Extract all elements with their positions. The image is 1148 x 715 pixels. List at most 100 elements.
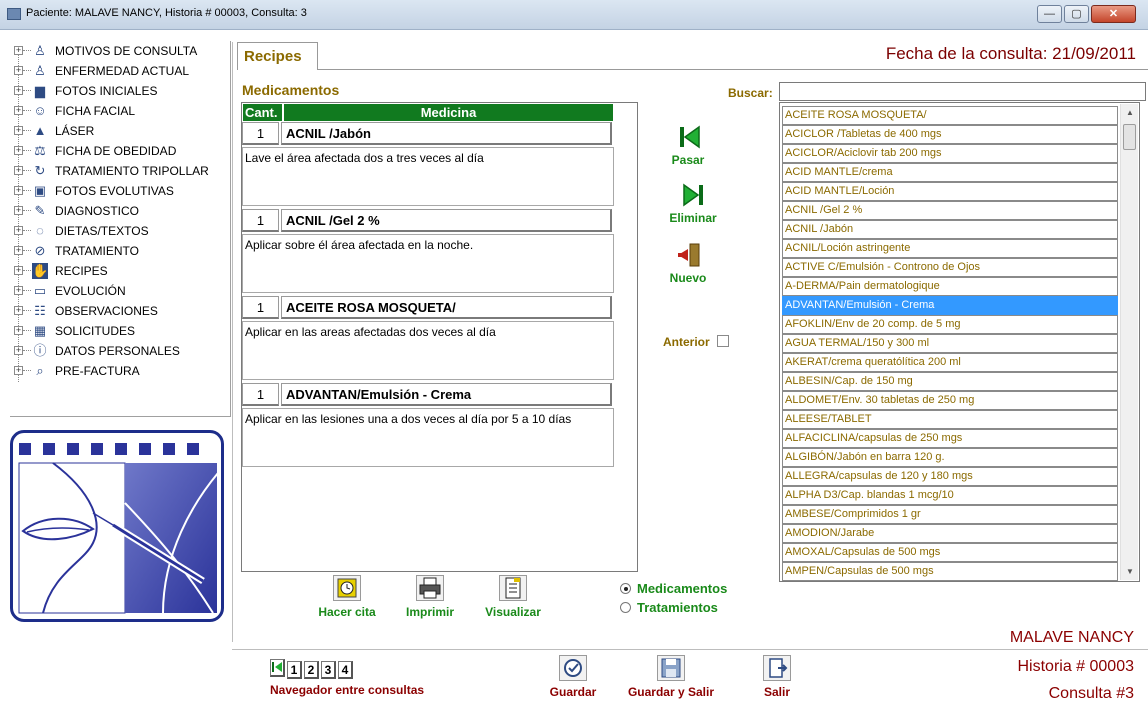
tree-item-fotos-evolutivas[interactable]: + ▣ FOTOS EVOLUTIVAS xyxy=(10,181,231,201)
tree-item-evolucion[interactable]: + ▭ EVOLUCIÓN xyxy=(10,281,231,301)
eliminar-button[interactable]: Eliminar xyxy=(663,180,723,225)
expand-icon[interactable]: + xyxy=(14,226,23,235)
medication-instructions[interactable]: Aplicar en las lesiones una a dos veces … xyxy=(242,408,614,467)
list-item[interactable]: AFOKLIN/Env de 20 comp. de 5 mg xyxy=(782,315,1118,334)
quantity-field[interactable]: 1 xyxy=(242,209,279,232)
tree-item-diagnostico[interactable]: + ✎ DIAGNOSTICO xyxy=(10,201,231,221)
tree-item-tratamiento-tripollar[interactable]: + ↻ TRATAMIENTO TRIPOLLAR xyxy=(10,161,231,181)
expand-icon[interactable]: + xyxy=(14,246,23,255)
close-button[interactable]: ✕ xyxy=(1091,5,1136,23)
tree-item-laser[interactable]: + ▲ LÁSER xyxy=(10,121,231,141)
scroll-down-icon[interactable]: ▼ xyxy=(1121,563,1139,580)
list-item[interactable]: ALDOMET/Env. 30 tabletas de 250 mg xyxy=(782,391,1118,410)
expand-icon[interactable]: + xyxy=(14,106,23,115)
list-item[interactable]: ALFACICLINA/capsulas de 250 mgs xyxy=(782,429,1118,448)
medication-name[interactable]: ACNIL /Jabón xyxy=(281,122,612,145)
list-item[interactable]: AKERAT/crema queratólítica 200 ml xyxy=(782,353,1118,372)
expand-icon[interactable]: + xyxy=(14,46,23,55)
list-item[interactable]: AMPEN/Capsulas de 500 mgs xyxy=(782,562,1118,581)
expand-icon[interactable]: + xyxy=(14,366,23,375)
quantity-field[interactable]: 1 xyxy=(242,383,279,406)
nav-consulta-1[interactable]: 1 xyxy=(287,661,302,679)
imprimir-button[interactable]: Imprimir xyxy=(400,575,460,619)
nav-consulta-3[interactable]: 3 xyxy=(321,661,336,679)
medication-name[interactable]: ACEITE ROSA MOSQUETA/ xyxy=(281,296,612,319)
list-item[interactable]: AMOXAL/Capsulas de 500 mgs xyxy=(782,543,1118,562)
list-item[interactable]: AMODION/Jarabe xyxy=(782,524,1118,543)
list-item[interactable]: AGUA TERMAL/150 y 300 ml xyxy=(782,334,1118,353)
expand-icon[interactable]: + xyxy=(14,146,23,155)
list-item[interactable]: ALGIBÓN/Jabón en barra 120 g. xyxy=(782,448,1118,467)
nav-first-icon[interactable] xyxy=(270,659,285,677)
tree-item-enfermedad-actual[interactable]: + ♙ ENFERMEDAD ACTUAL xyxy=(10,61,231,81)
medication-instructions[interactable]: Lave el área afectada dos a tres veces a… xyxy=(242,147,614,206)
quantity-field[interactable]: 1 xyxy=(242,296,279,319)
medication-list[interactable]: ACEITE ROSA MOSQUETA/ ACICLOR /Tabletas … xyxy=(779,102,1140,582)
radio-medicamentos[interactable]: Medicamentos xyxy=(620,581,727,596)
expand-icon[interactable]: + xyxy=(14,306,23,315)
scroll-thumb[interactable] xyxy=(1123,124,1136,150)
quantity-field[interactable]: 1 xyxy=(242,122,279,145)
list-item[interactable]: ACID MANTLE/Loción xyxy=(782,182,1118,201)
list-item[interactable]: A-DERMA/Pain dermatologique xyxy=(782,277,1118,296)
tree-item-fotos-iniciales[interactable]: + ▆ FOTOS INICIALES xyxy=(10,81,231,101)
list-item[interactable]: ACNIL /Jabón xyxy=(782,220,1118,239)
tree-item-datos-personales[interactable]: + ⓘ DATOS PERSONALES xyxy=(10,341,231,361)
pasar-button[interactable]: Pasar xyxy=(663,122,713,167)
expand-icon[interactable]: + xyxy=(14,186,23,195)
list-item[interactable]: ACID MANTLE/crema xyxy=(782,163,1118,182)
tree-item-recipes[interactable]: + ✋ RECIPES xyxy=(10,261,231,281)
tree-item-observaciones[interactable]: + ☷ OBSERVACIONES xyxy=(10,301,231,321)
medication-instructions[interactable]: Aplicar en las areas afectadas dos veces… xyxy=(242,321,614,380)
medication-name[interactable]: ADVANTAN/Emulsión - Crema xyxy=(281,383,612,406)
expand-icon[interactable]: + xyxy=(14,266,23,275)
hacer-cita-button[interactable]: Hacer cita xyxy=(310,575,384,619)
salir-button[interactable]: Salir xyxy=(757,655,797,699)
list-item[interactable]: ACICLOR/Aciclovir tab 200 mgs xyxy=(782,144,1118,163)
tree-item-dietas-textos[interactable]: + ◌ DIETAS/TEXTOS xyxy=(10,221,231,241)
expand-icon[interactable]: + xyxy=(14,326,23,335)
expand-icon[interactable]: + xyxy=(14,206,23,215)
expand-icon[interactable]: + xyxy=(14,166,23,175)
scroll-up-icon[interactable]: ▲ xyxy=(1121,104,1139,121)
pencil-icon: ✎ xyxy=(34,203,46,218)
guardar-y-salir-button[interactable]: Guardar y Salir xyxy=(623,655,719,699)
list-item[interactable]: ACNIL/Loción astringente xyxy=(782,239,1118,258)
tab-recipes[interactable]: Recipes xyxy=(237,42,318,70)
tree-item-tratamiento[interactable]: + ⊘ TRATAMIENTO xyxy=(10,241,231,261)
expand-icon[interactable]: + xyxy=(14,346,23,355)
search-input[interactable] xyxy=(779,82,1146,101)
list-item[interactable]: ALBESIN/Cap. de 150 mg xyxy=(782,372,1118,391)
list-item[interactable]: ALEESE/TABLET xyxy=(782,410,1118,429)
expand-icon[interactable]: + xyxy=(14,126,23,135)
list-item[interactable]: ACNIL /Gel 2 % xyxy=(782,201,1118,220)
save-check-icon xyxy=(559,655,587,681)
tree-item-motivos-de-consulta[interactable]: + ♙ MOTIVOS DE CONSULTA xyxy=(10,41,231,61)
tree-item-ficha-facial[interactable]: + ☺ FICHA FACIAL xyxy=(10,101,231,121)
list-item[interactable]: AMBESE/Comprimidos 1 gr xyxy=(782,505,1118,524)
radio-tratamientos[interactable]: Tratamientos xyxy=(620,600,718,615)
list-item[interactable]: ACEITE ROSA MOSQUETA/ xyxy=(782,106,1118,125)
maximize-button[interactable]: ▢ xyxy=(1064,5,1089,23)
nav-consulta-4[interactable]: 4 xyxy=(338,661,353,679)
list-scrollbar[interactable]: ▲ ▼ xyxy=(1120,104,1138,580)
tree-item-solicitudes[interactable]: + ▦ SOLICITUDES xyxy=(10,321,231,341)
list-item[interactable]: ALLEGRA/capsulas de 120 y 180 mgs xyxy=(782,467,1118,486)
visualizar-button[interactable]: Visualizar xyxy=(480,575,546,619)
medication-instructions[interactable]: Aplicar sobre él área afectada en la noc… xyxy=(242,234,614,293)
medication-name[interactable]: ACNIL /Gel 2 % xyxy=(281,209,612,232)
nav-consulta-2[interactable]: 2 xyxy=(304,661,319,679)
nuevo-button[interactable]: Nuevo xyxy=(663,240,713,285)
expand-icon[interactable]: + xyxy=(14,66,23,75)
tree-item-ficha-de-obedidad[interactable]: + ⚖ FICHA DE OBEDIDAD xyxy=(10,141,231,161)
minimize-button[interactable]: — xyxy=(1037,5,1062,23)
tree-item-pre-factura[interactable]: + ⌕ PRE-FACTURA xyxy=(10,361,231,381)
list-item-selected[interactable]: ADVANTAN/Emulsión - Crema xyxy=(782,296,1118,315)
list-item[interactable]: ALPHA D3/Cap. blandas 1 mcg/10 xyxy=(782,486,1118,505)
expand-icon[interactable]: + xyxy=(14,286,23,295)
list-item[interactable]: ACTIVE C/Emulsión - Controno de Ojos xyxy=(782,258,1118,277)
guardar-button[interactable]: Guardar xyxy=(540,655,606,699)
list-item[interactable]: ACICLOR /Tabletas de 400 mgs xyxy=(782,125,1118,144)
anterior-checkbox[interactable] xyxy=(717,335,729,347)
expand-icon[interactable]: + xyxy=(14,86,23,95)
